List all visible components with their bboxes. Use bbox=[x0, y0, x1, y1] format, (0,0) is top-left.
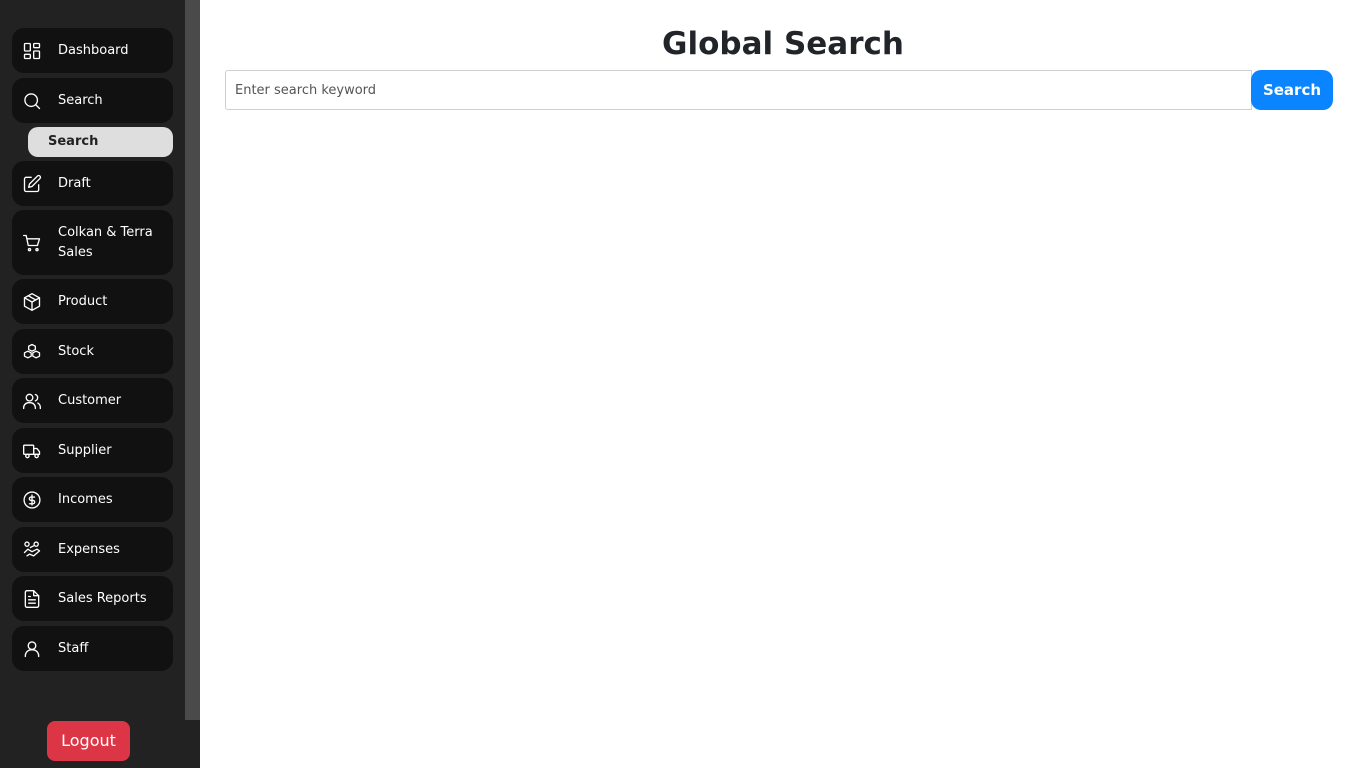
search-icon bbox=[22, 91, 42, 111]
sidebar-item-search[interactable]: Search bbox=[12, 78, 173, 123]
sidebar-item-label: Stock bbox=[58, 343, 94, 359]
sidebar-item-incomes[interactable]: Incomes bbox=[12, 477, 173, 522]
sidebar-item-dashboard[interactable]: Dashboard bbox=[12, 28, 173, 73]
cart-icon bbox=[22, 233, 42, 253]
sidebar-item-colkan-terra-sales[interactable]: Colkan & Terra Sales bbox=[12, 210, 173, 275]
sidebar-item-product[interactable]: Product bbox=[12, 279, 173, 324]
sidebar-item-label: Staff bbox=[58, 640, 89, 656]
sidebar-item-label: Sales Reports bbox=[58, 590, 147, 606]
search-input[interactable] bbox=[225, 70, 1252, 110]
sidebar-item-stock[interactable]: Stock bbox=[12, 329, 173, 374]
sidebar-item-label: Product bbox=[58, 293, 108, 309]
edit-icon bbox=[22, 174, 42, 194]
user-icon bbox=[22, 639, 42, 659]
users-icon bbox=[22, 391, 42, 411]
sidebar-item-label: Supplier bbox=[58, 442, 112, 458]
sidebar-item-label: Dashboard bbox=[58, 42, 129, 58]
sidebar-item-draft[interactable]: Draft bbox=[12, 161, 173, 206]
app: Dashboard Search Search Draft Colkan & T… bbox=[0, 0, 1366, 768]
sidebar-item-label: Colkan & Terra Sales bbox=[58, 224, 153, 260]
truck-icon bbox=[22, 441, 42, 461]
sidebar-subitem-search[interactable]: Search bbox=[28, 127, 173, 157]
sidebar-item-customer[interactable]: Customer bbox=[12, 378, 173, 423]
hand-coins-icon bbox=[22, 540, 42, 560]
page-title: Global Search bbox=[662, 26, 904, 62]
dashboard-icon bbox=[22, 41, 42, 61]
sidebar-item-supplier[interactable]: Supplier bbox=[12, 428, 173, 473]
sidebar-item-label: Draft bbox=[58, 175, 91, 191]
sidebar-item-label: Search bbox=[58, 92, 103, 108]
box-icon bbox=[22, 292, 42, 312]
sidebar-scrollbar-thumb[interactable] bbox=[185, 0, 200, 720]
logout-button[interactable]: Logout bbox=[47, 721, 130, 761]
sidebar: Dashboard Search Search Draft Colkan & T… bbox=[0, 0, 200, 768]
boxes-icon bbox=[22, 342, 42, 362]
sidebar-item-staff[interactable]: Staff bbox=[12, 626, 173, 671]
sidebar-item-label: Customer bbox=[58, 392, 122, 408]
search-button[interactable]: Search bbox=[1251, 70, 1333, 110]
sidebar-item-label: Expenses bbox=[58, 541, 120, 557]
sidebar-item-sales-reports[interactable]: Sales Reports bbox=[12, 576, 173, 621]
dollar-circle-icon bbox=[22, 490, 42, 510]
sidebar-item-expenses[interactable]: Expenses bbox=[12, 527, 173, 572]
sidebar-item-label: Incomes bbox=[58, 491, 113, 507]
document-icon bbox=[22, 589, 42, 609]
